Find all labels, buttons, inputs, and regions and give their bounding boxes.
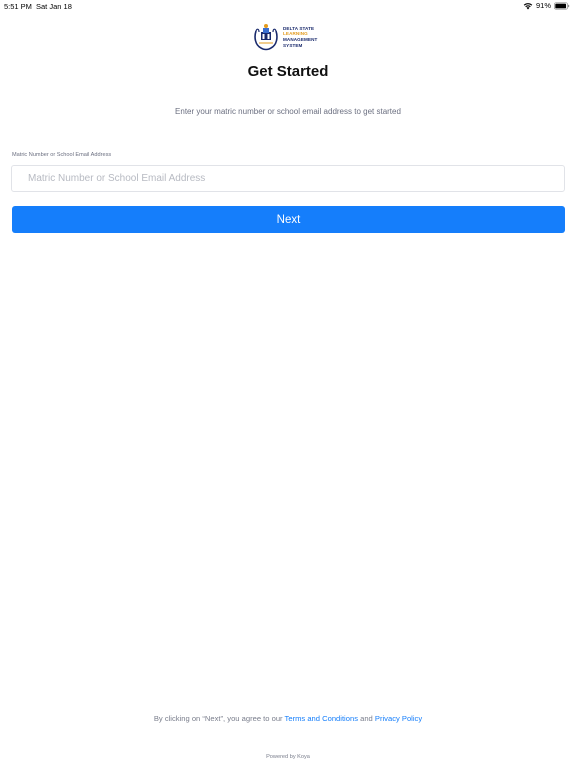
status-bar: 5:51 PM Sat Jan 18 91%	[0, 0, 576, 12]
status-date: Sat Jan 18	[36, 2, 72, 11]
battery-percentage: 91%	[535, 1, 551, 10]
terms-and-conditions-link[interactable]: Terms and Conditions	[285, 714, 358, 723]
matric-email-input[interactable]	[11, 165, 565, 192]
wifi-icon	[523, 2, 533, 9]
powered-by-text: Powered by Koya	[266, 754, 310, 760]
dslms-logo-wordmark: DELTA STATE LEARNING MANAGEMENT SYSTEM	[283, 26, 317, 48]
privacy-policy-link[interactable]: Privacy Policy	[375, 714, 422, 723]
status-time: 5:51 PM	[4, 2, 32, 11]
get-started-page: 5:51 PM Sat Jan 18 91% DELTA STATE LEARN…	[0, 0, 576, 768]
status-indicators: 91%	[523, 1, 570, 10]
dslms-seal-icon	[254, 24, 278, 51]
terms-and: and	[358, 714, 375, 723]
matric-email-label: Matric Number or School Email Address	[12, 152, 112, 158]
terms-notice: By clicking on “Next”, you agree to our …	[0, 714, 576, 723]
page-subtitle: Enter your matric number or school email…	[175, 107, 401, 116]
logo-line: SYSTEM	[283, 42, 303, 48]
terms-prefix: By clicking on “Next”, you agree to our	[153, 714, 285, 723]
page-title: Get Started	[247, 63, 329, 80]
battery-icon	[554, 1, 570, 10]
dslms-logo: DELTA STATE LEARNING MANAGEMENT SYSTEM	[253, 22, 325, 52]
logo-line: MANAGEMENT	[283, 37, 318, 42]
next-button[interactable]: Next	[12, 206, 565, 233]
